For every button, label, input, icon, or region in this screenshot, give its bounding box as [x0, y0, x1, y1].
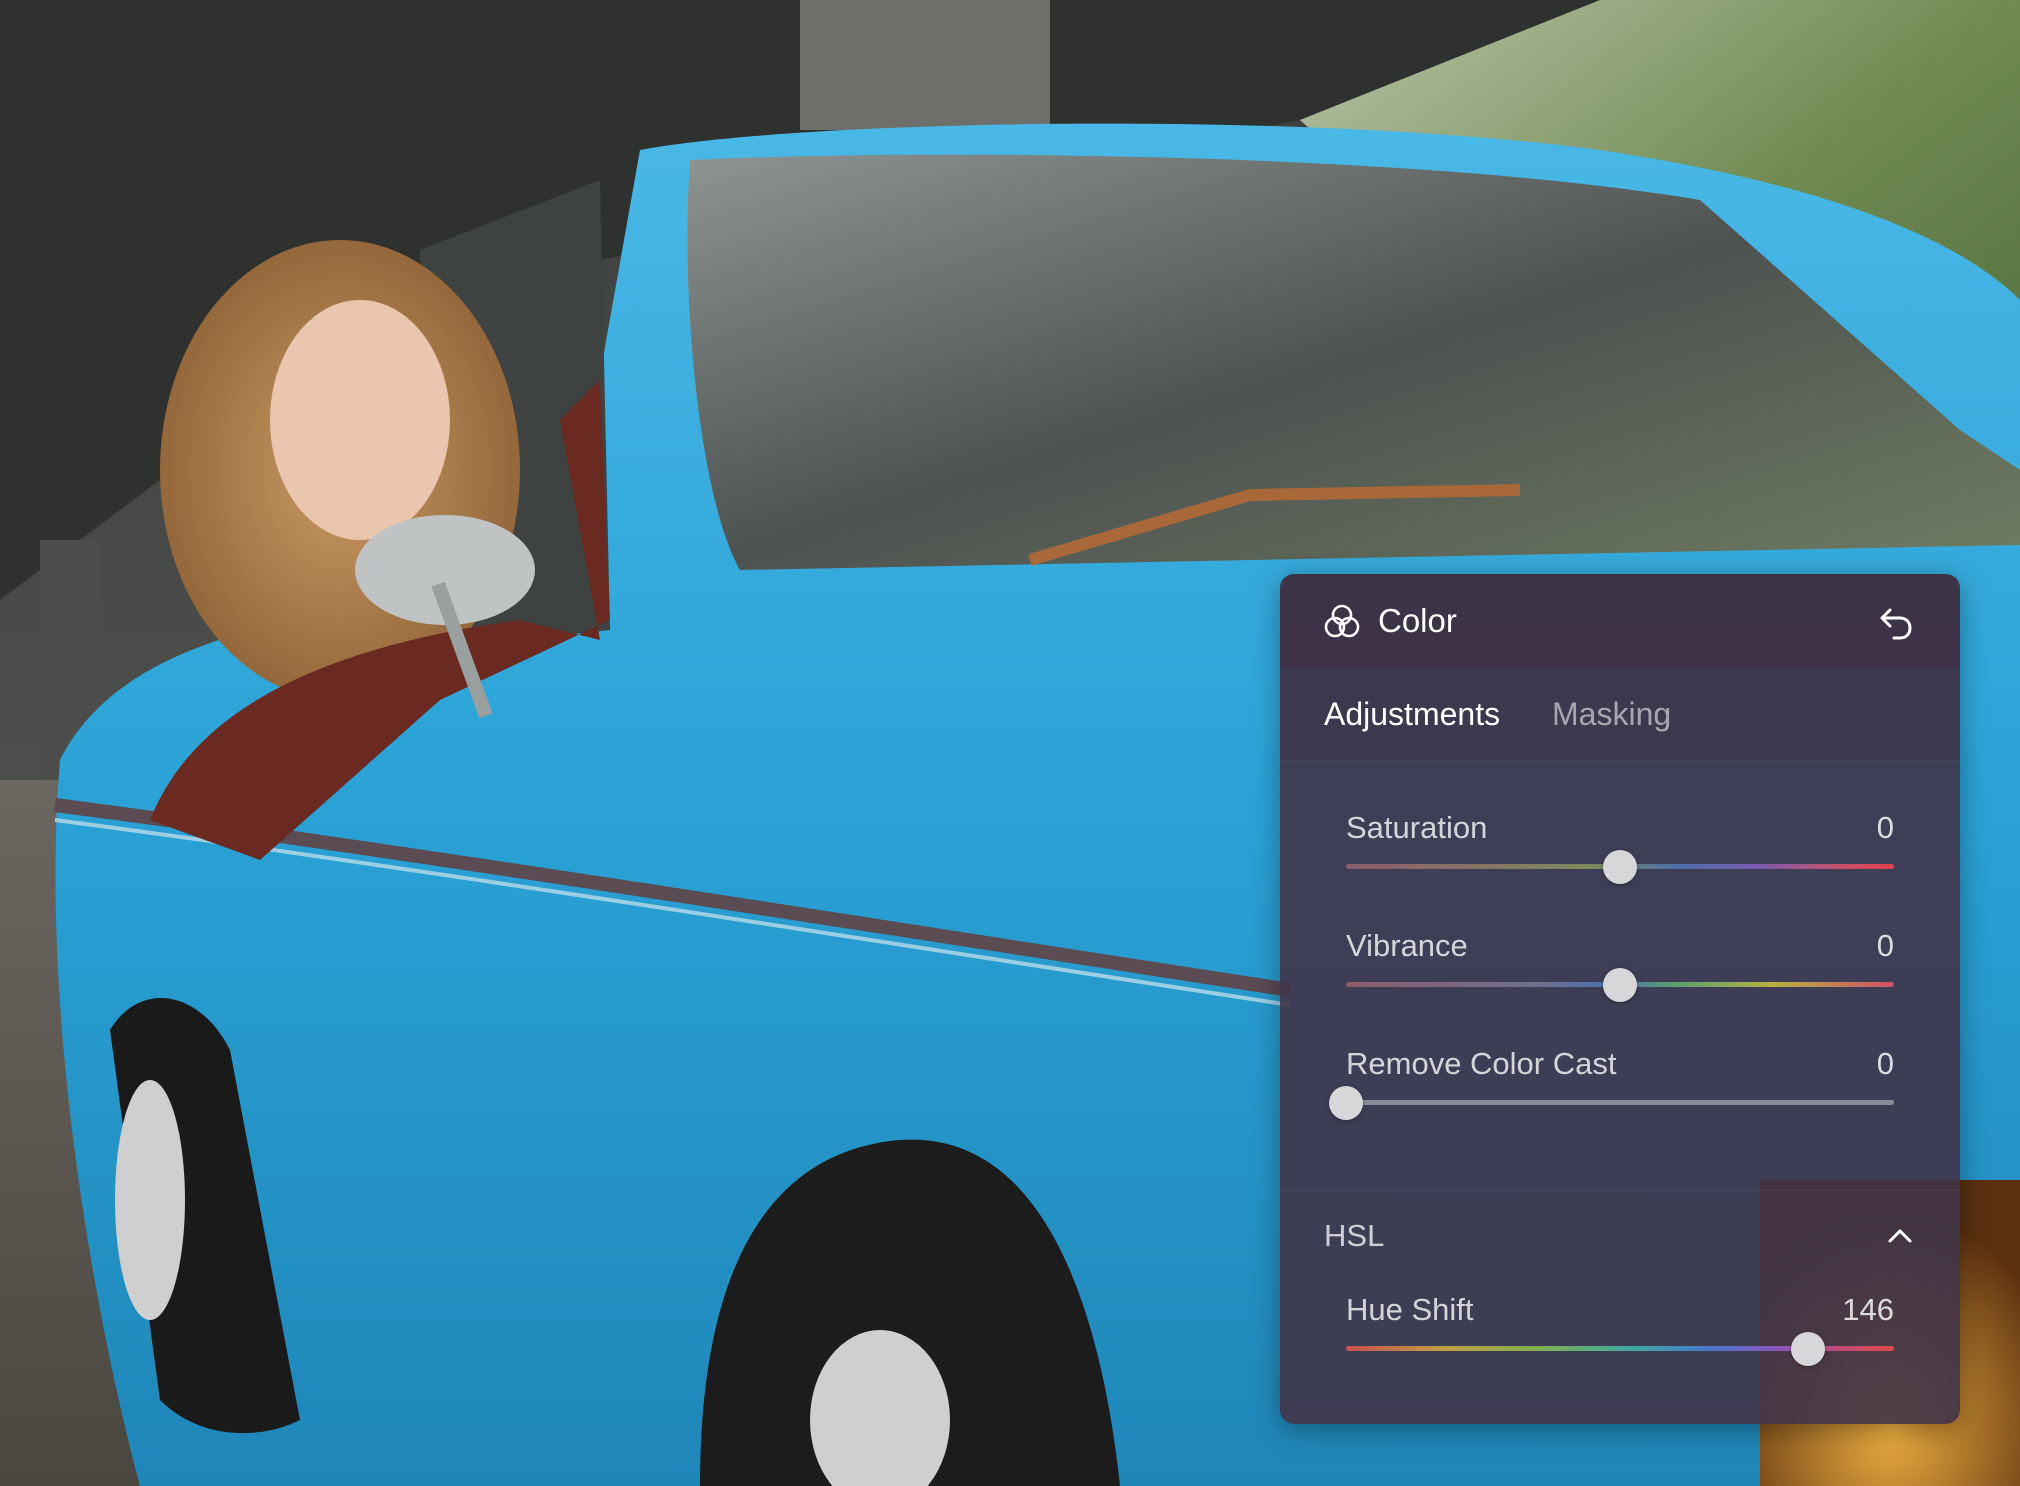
hue-shift-value: 146	[1842, 1292, 1894, 1327]
hue-shift-label: Hue Shift	[1346, 1292, 1474, 1327]
chevron-up-icon[interactable]	[1884, 1220, 1916, 1252]
tab-masking[interactable]: Masking	[1552, 694, 1671, 734]
vibrance-slider-row: Vibrance 0	[1280, 926, 1960, 1016]
saturation-slider-thumb[interactable]	[1603, 850, 1637, 884]
panel-title: Color	[1378, 602, 1457, 639]
hsl-label: HSL	[1324, 1218, 1385, 1253]
app-canvas: Color Adjustments Masking Saturation 0 V…	[0, 0, 2020, 1486]
hue-shift-slider-thumb[interactable]	[1790, 1332, 1825, 1366]
hue-shift-slider-row: Hue Shift 146	[1280, 1290, 1960, 1380]
vibrance-label: Vibrance	[1346, 928, 1468, 963]
remove-color-cast-slider-thumb[interactable]	[1329, 1086, 1363, 1120]
panel-tabs: Adjustments Masking	[1280, 668, 1960, 761]
remove-color-cast-value: 0	[1876, 1046, 1894, 1081]
color-panel: Color Adjustments Masking Saturation 0 V…	[1280, 574, 1960, 1424]
panel-header: Color	[1280, 574, 1960, 669]
undo-icon[interactable]	[1874, 600, 1918, 644]
tab-adjustments[interactable]: Adjustments	[1324, 694, 1500, 734]
remove-color-cast-label: Remove Color Cast	[1346, 1046, 1617, 1081]
vibrance-slider-thumb[interactable]	[1603, 968, 1637, 1002]
saturation-slider-row: Saturation 0	[1280, 808, 1960, 898]
color-circles-icon	[1324, 604, 1360, 638]
hsl-section-header[interactable]: HSL	[1280, 1190, 1960, 1280]
remove-color-cast-slider-row: Remove Color Cast 0	[1280, 1044, 1960, 1134]
saturation-value: 0	[1876, 810, 1894, 845]
saturation-label: Saturation	[1346, 810, 1488, 845]
remove-color-cast-slider-track[interactable]	[1346, 1100, 1894, 1105]
vibrance-value: 0	[1876, 928, 1894, 963]
